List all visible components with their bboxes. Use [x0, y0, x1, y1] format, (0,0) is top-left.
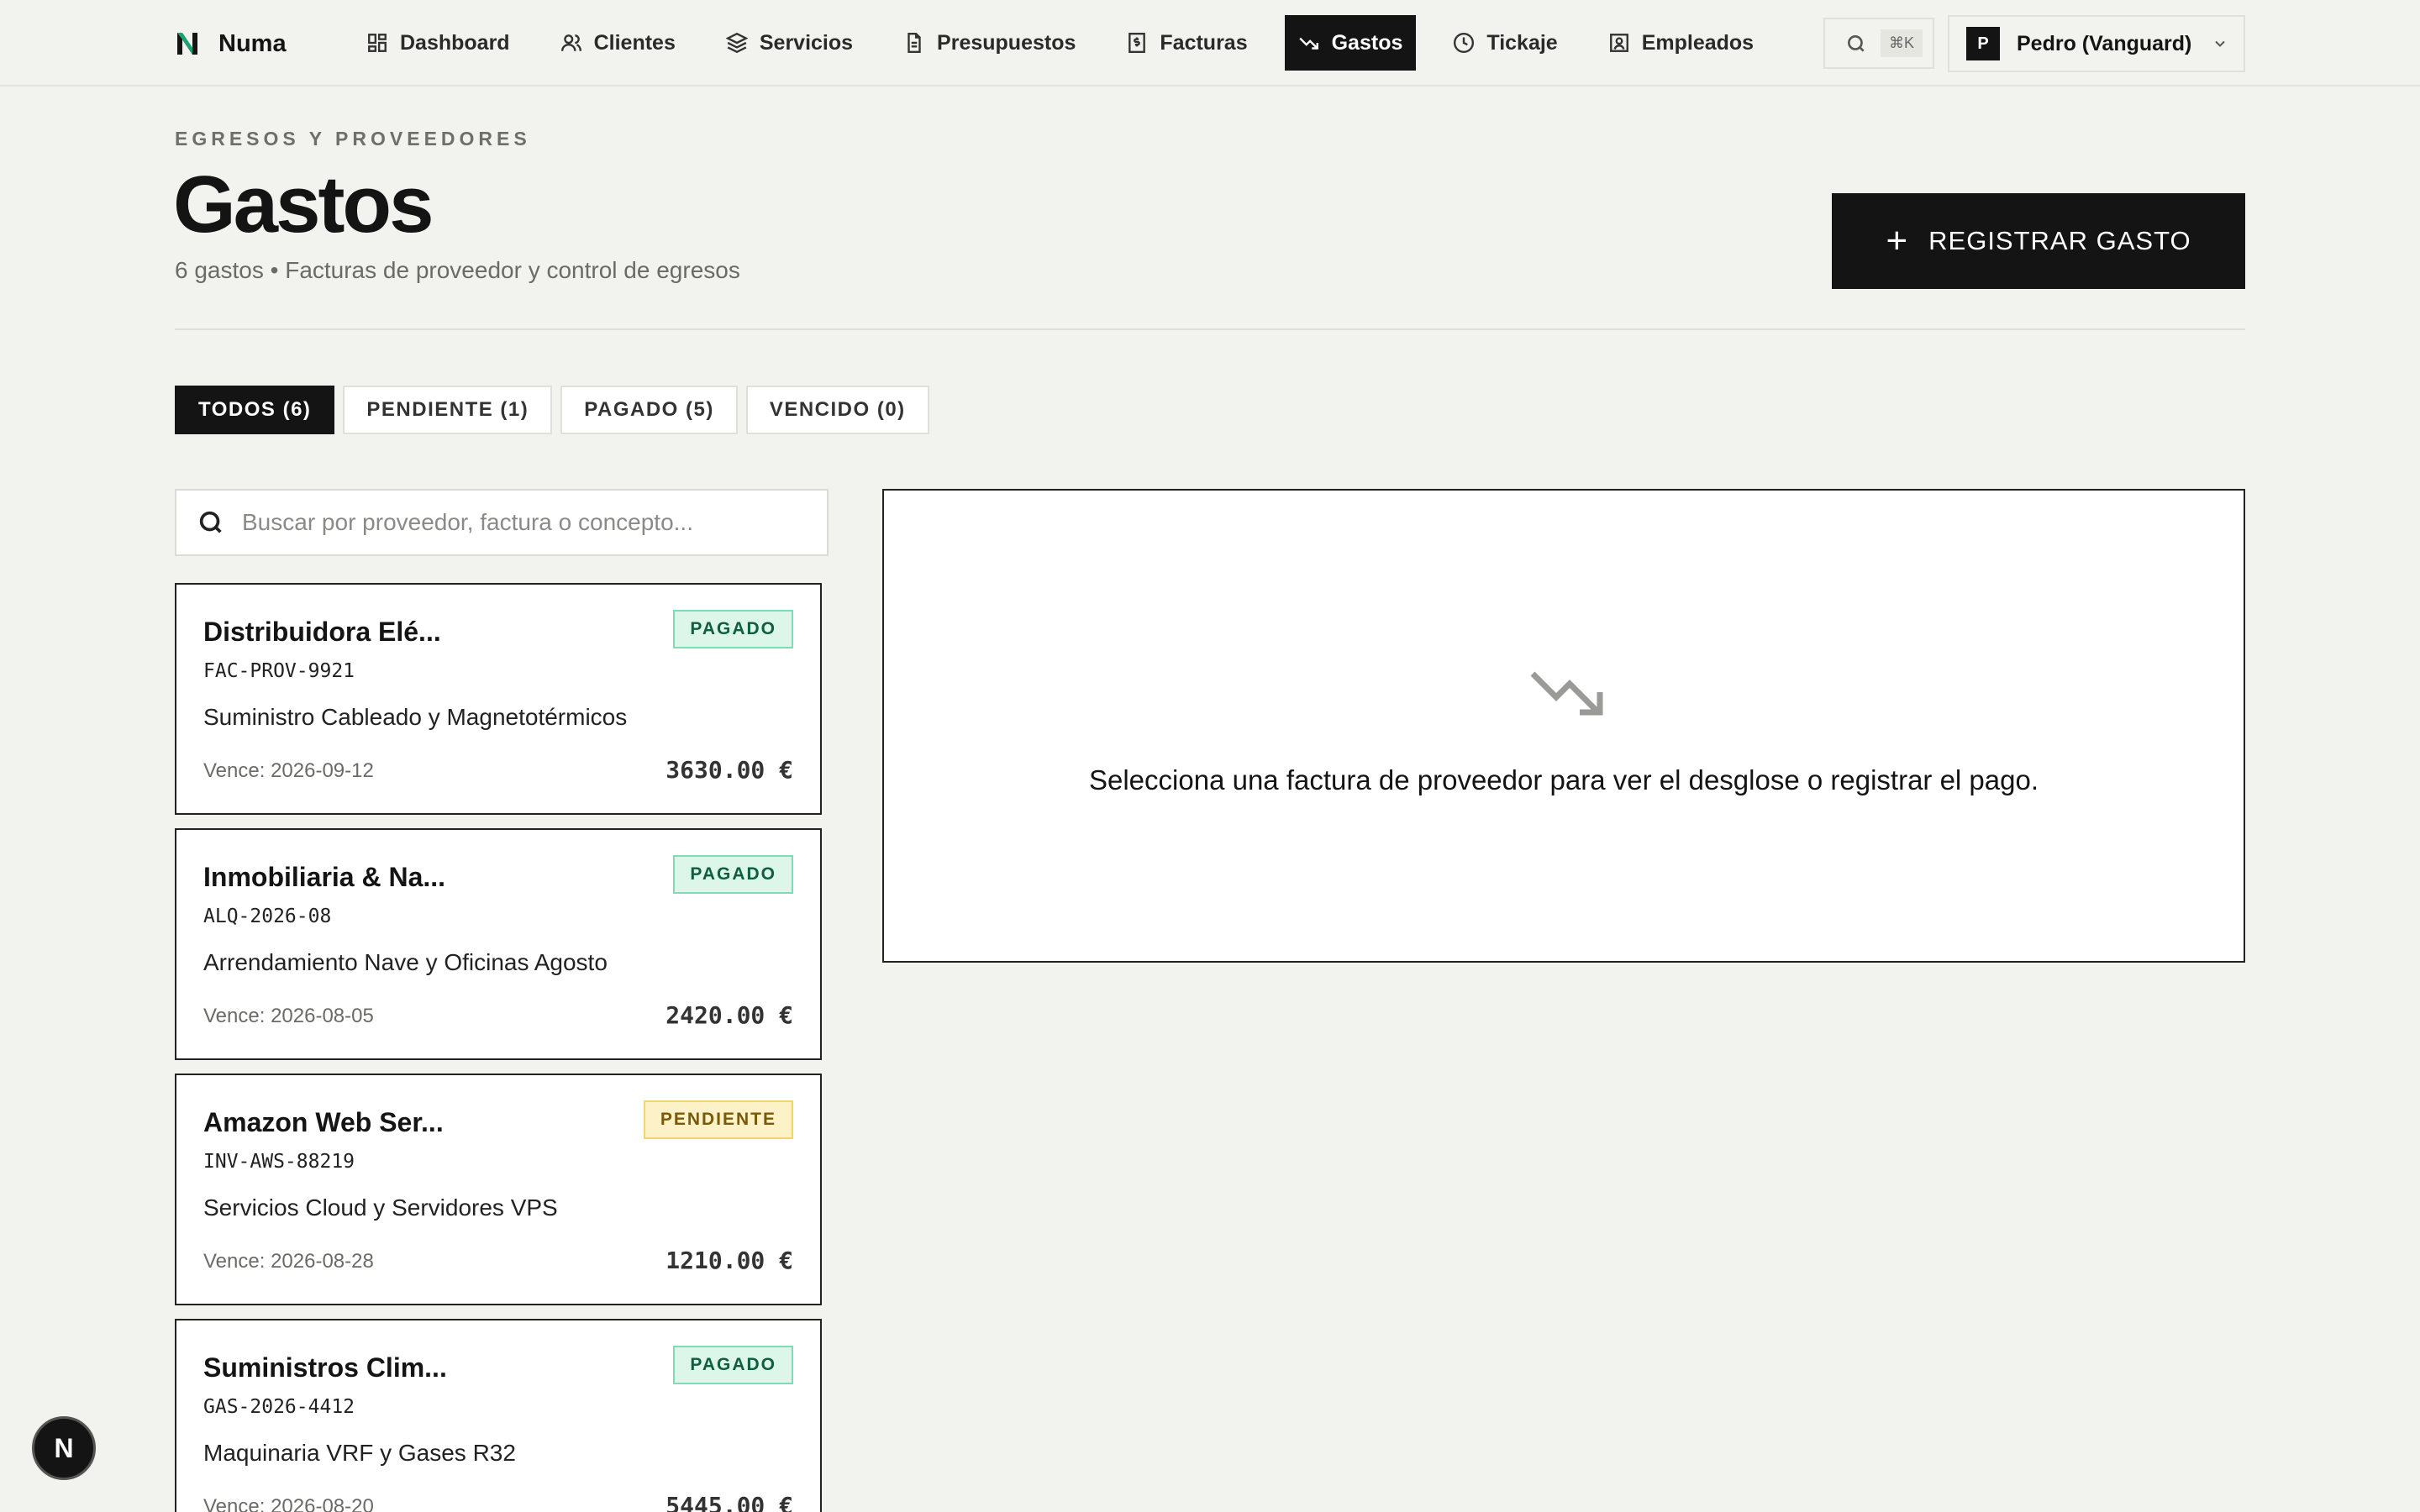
search-icon	[199, 511, 222, 533]
supplier-name: Amazon Web Ser...	[203, 1107, 444, 1137]
nav-item-tickaje[interactable]: Tickaje	[1439, 15, 1570, 71]
expense-amount: 5445.00 €	[666, 1492, 793, 1512]
nav-item-label: Clientes	[593, 30, 676, 55]
expense-list: Distribuidora Elé... PAGADO FAC-PROV-992…	[175, 583, 822, 1512]
header-divider	[175, 328, 2245, 330]
layers-icon	[725, 32, 748, 54]
status-filter-tabs: TODOS (6) PENDIENTE (1) PAGADO (5) VENCI…	[175, 386, 938, 434]
dev-tools-button[interactable]: N	[32, 1416, 96, 1480]
nav-item-empleados[interactable]: Empleados	[1595, 15, 1767, 71]
invoice-code: GAS-2026-4412	[203, 1396, 355, 1418]
invoice-code: INV-AWS-88219	[203, 1151, 355, 1173]
expense-amount: 1210.00 €	[666, 1247, 793, 1274]
expense-detail-panel: Selecciona una factura de proveedor para…	[882, 489, 2245, 963]
expense-concept: Suministro Cableado y Magnetotérmicos	[203, 704, 628, 730]
tab-todos[interactable]: TODOS (6)	[175, 386, 335, 434]
due-date: Vence: 2026-09-12	[203, 759, 374, 782]
status-badge: PAGADO	[673, 610, 793, 648]
supplier-name: Suministros Clim...	[203, 1352, 447, 1383]
tab-pagado[interactable]: PAGADO (5)	[560, 386, 738, 434]
avatar: P	[1966, 27, 2000, 60]
search-input[interactable]	[242, 509, 813, 536]
status-badge: PENDIENTE	[643, 1100, 793, 1139]
page-subtitle: 6 gastos • Facturas de proveedor y contr…	[175, 257, 740, 283]
clock-icon	[1454, 32, 1475, 54]
search-icon	[1848, 34, 1865, 52]
expense-concept: Maquinaria VRF y Gases R32	[203, 1440, 516, 1466]
status-badge: PAGADO	[673, 855, 793, 894]
chevron-down-icon	[2215, 40, 2226, 47]
plus-icon: +	[1886, 220, 1909, 261]
nav-item-label: Empleados	[1641, 30, 1754, 55]
due-date: Vence: 2026-08-05	[203, 1005, 374, 1027]
expense-search-box	[175, 489, 829, 556]
expense-card[interactable]: Suministros Clim... PAGADO GAS-2026-4412…	[175, 1319, 822, 1512]
supplier-name: Inmobiliaria & Na...	[203, 862, 446, 892]
users-icon	[560, 34, 581, 51]
expense-amount: 2420.00 €	[666, 1001, 793, 1029]
expense-card[interactable]: Distribuidora Elé... PAGADO FAC-PROV-992…	[175, 583, 822, 815]
invoice-icon	[1128, 32, 1146, 54]
global-search-button[interactable]: ⌘K	[1823, 18, 1934, 69]
tab-vencido[interactable]: VENCIDO (0)	[745, 386, 929, 434]
nav-item-facturas[interactable]: Facturas	[1113, 15, 1260, 71]
document-icon	[908, 32, 921, 54]
expense-card[interactable]: Inmobiliaria & Na... PAGADO ALQ-2026-08 …	[175, 828, 822, 1060]
invoice-code: FAC-PROV-9921	[203, 660, 355, 682]
due-date: Vence: 2026-08-20	[203, 1495, 374, 1512]
trending-down-icon	[1530, 671, 1603, 716]
app-name: Numa	[218, 29, 287, 57]
empty-state-message: Selecciona una factura de proveedor para…	[1088, 764, 2039, 795]
status-badge: PAGADO	[673, 1346, 793, 1384]
nav-item-servicios[interactable]: Servicios	[713, 15, 866, 71]
top-navigation-bar: Numa Dashboard Clientes Servicios Presup…	[0, 0, 2420, 87]
keyboard-shortcut-hint: ⌘K	[1881, 29, 1923, 57]
grid-icon	[368, 34, 387, 52]
nav-item-label: Dashboard	[400, 30, 510, 55]
main-nav: Dashboard Clientes Servicios Presupuesto…	[353, 15, 1791, 72]
nav-item-label: Facturas	[1160, 30, 1248, 55]
user-menu-button[interactable]: P Pedro (Vanguard)	[1948, 15, 2245, 72]
nav-item-label: Servicios	[759, 30, 854, 55]
trending-down-icon	[1298, 37, 1318, 50]
user-name: Pedro (Vanguard)	[2017, 31, 2192, 55]
register-expense-button[interactable]: + REGISTRAR GASTO	[1832, 193, 2245, 289]
expense-concept: Arrendamiento Nave y Oficinas Agosto	[203, 949, 608, 975]
page-eyebrow: EGRESOS Y PROVEEDORES	[175, 128, 531, 150]
invoice-code: ALQ-2026-08	[203, 906, 332, 927]
nav-item-gastos[interactable]: Gastos	[1284, 15, 1417, 71]
tab-pendiente[interactable]: PENDIENTE (1)	[343, 386, 553, 434]
app-logo[interactable]: Numa	[175, 25, 287, 62]
expense-concept: Servicios Cloud y Servidores VPS	[203, 1194, 558, 1221]
page-title: Gastos	[173, 160, 434, 249]
nav-item-clientes[interactable]: Clientes	[547, 15, 689, 71]
expense-card[interactable]: Amazon Web Ser... PENDIENTE INV-AWS-8821…	[175, 1074, 822, 1305]
nav-item-presupuestos[interactable]: Presupuestos	[890, 15, 1089, 71]
due-date: Vence: 2026-08-28	[203, 1250, 374, 1273]
register-expense-label: REGISTRAR GASTO	[1928, 226, 2191, 255]
id-badge-icon	[1609, 34, 1628, 52]
expense-amount: 3630.00 €	[666, 756, 793, 784]
nav-item-label: Gastos	[1331, 30, 1403, 55]
supplier-name: Distribuidora Elé...	[203, 617, 441, 647]
nav-item-label: Tickaje	[1486, 30, 1558, 55]
numa-logo-icon	[177, 33, 197, 55]
nav-item-label: Presupuestos	[937, 30, 1076, 55]
nav-item-dashboard[interactable]: Dashboard	[353, 15, 523, 71]
